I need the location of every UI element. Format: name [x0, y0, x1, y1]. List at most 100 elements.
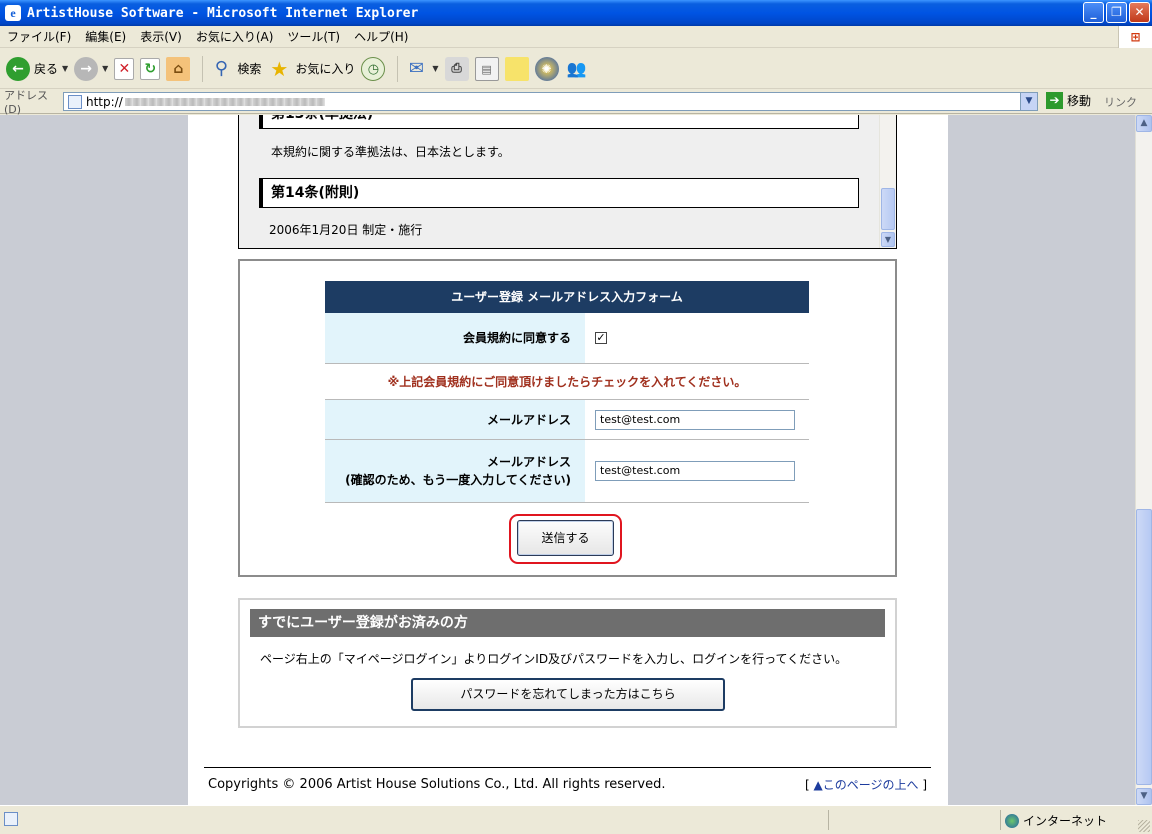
- scroll-up-icon[interactable]: ▲: [1136, 115, 1152, 132]
- address-url: http://: [86, 94, 123, 109]
- back-dropdown-icon[interactable]: ▼: [62, 64, 68, 73]
- go-arrow-icon: ➔: [1046, 92, 1063, 109]
- registered-user-text: ページ右上の「マイページログイン」よりログインID及びパスワードを入力し、ログイ…: [260, 652, 848, 666]
- search-label: 検索: [237, 62, 262, 76]
- favorites-label: お気に入り: [295, 62, 356, 76]
- email-cell: test@test.com: [585, 400, 795, 439]
- messenger-icon: 👥: [566, 58, 587, 78]
- ie-icon: e: [5, 5, 21, 21]
- back-button[interactable]: ← 戻る ▼: [6, 53, 68, 85]
- submit-button[interactable]: 送信する: [517, 520, 614, 556]
- messenger-button[interactable]: 👥: [565, 53, 589, 85]
- page-top-link-wrap: [ ▲このページの上へ ]: [805, 776, 927, 793]
- mail-dropdown-icon[interactable]: ▼: [432, 64, 438, 73]
- minimize-button[interactable]: _: [1083, 2, 1104, 23]
- menu-edit[interactable]: 編集(E): [78, 28, 133, 45]
- article14-text: 2006年1月20日 制定・施行: [269, 223, 423, 237]
- forward-button[interactable]: → ▼: [74, 53, 108, 85]
- status-divider: [828, 810, 829, 830]
- page-scrollbar[interactable]: ▲ ▼: [1135, 115, 1152, 805]
- terms-box[interactable]: 第13条(準拠法) 本規約に関する準拠法は、日本法とします。 第14条(附則) …: [238, 115, 897, 249]
- print-button[interactable]: ⎙: [444, 53, 469, 85]
- page-scroll-thumb[interactable]: [1136, 509, 1152, 785]
- forward-dropdown-icon[interactable]: ▼: [102, 64, 108, 73]
- page-top-bracket-open: [: [805, 778, 814, 792]
- refresh-button[interactable]: ↻: [140, 53, 161, 85]
- page-status-icon: [4, 812, 18, 826]
- links-label[interactable]: リンク: [1104, 94, 1137, 110]
- toolbar: ← 戻る ▼ → ▼ ✕ ↻ ⌂ ⚲ 検索 ★ お気に入り ◷ ✉ ▼ ⎙ ▤ …: [0, 49, 1152, 89]
- go-button[interactable]: ➔ 移動: [1046, 92, 1091, 109]
- edit-button[interactable]: ▤: [474, 53, 499, 85]
- printer-icon: ⎙: [444, 56, 469, 81]
- resize-grip-icon[interactable]: [1138, 820, 1150, 832]
- home-button[interactable]: ⌂: [166, 53, 191, 85]
- page-top-bracket-close: ]: [918, 778, 927, 792]
- email-confirm-row: メールアドレス (確認のため、もう一度入力してください) test@test.c…: [325, 440, 809, 503]
- menu-view[interactable]: 表示(V): [133, 28, 189, 45]
- copyright-text: Copyrights © 2006 Artist House Solutions…: [208, 777, 666, 792]
- terms-scrollbar[interactable]: ▼: [879, 115, 896, 248]
- registered-user-box: すでにユーザー登録がお済みの方 ページ右上の「マイページログイン」よりログインI…: [238, 598, 897, 728]
- redacted-url: [124, 97, 325, 106]
- email-confirm-input[interactable]: test@test.com: [595, 461, 795, 481]
- note-icon: [504, 56, 529, 81]
- menu-favorites[interactable]: お気に入り(A): [189, 28, 281, 45]
- email-label: メールアドレス: [325, 400, 585, 439]
- menu-help[interactable]: ヘルプ(H): [347, 28, 415, 45]
- registered-user-heading: すでにユーザー登録がお済みの方: [250, 609, 885, 637]
- close-button[interactable]: ✕: [1129, 2, 1150, 23]
- favorites-button[interactable]: ★ お気に入り: [267, 53, 355, 85]
- browser-viewport: 第13条(準拠法) 本規約に関する準拠法は、日本法とします。 第14条(附則) …: [0, 115, 1135, 805]
- research-button[interactable]: ✺: [534, 53, 559, 85]
- agree-row: 会員規約に同意する ✓: [325, 313, 809, 364]
- scroll-down-icon[interactable]: ▼: [1136, 788, 1152, 805]
- history-button[interactable]: ◷: [361, 53, 386, 85]
- menu-tools[interactable]: ツール(T): [280, 28, 347, 45]
- stop-button[interactable]: ✕: [114, 53, 135, 85]
- search-button[interactable]: ⚲ 検索: [209, 53, 262, 85]
- email-confirm-cell: test@test.com: [585, 440, 795, 502]
- email-confirm-label: メールアドレス (確認のため、もう一度入力してください): [325, 440, 585, 502]
- discuss-button[interactable]: [504, 53, 529, 85]
- address-bar: アドレス(D) http:// ▼ ➔ 移動 リンク: [0, 89, 1152, 116]
- agree-checkbox[interactable]: ✓: [595, 332, 607, 344]
- window-title: ArtistHouse Software - Microsoft Interne…: [27, 5, 419, 21]
- agree-cell: ✓: [585, 313, 607, 363]
- research-icon: ✺: [534, 56, 559, 81]
- globe-icon: [1005, 813, 1019, 828]
- article13-heading: 第13条(準拠法): [259, 115, 859, 129]
- forward-arrow-icon: →: [74, 56, 99, 81]
- zone-label: インターネット: [1023, 814, 1108, 828]
- maximize-button[interactable]: ❐: [1106, 2, 1127, 23]
- registration-form: ユーザー登録 メールアドレス入力フォーム 会員規約に同意する ✓ ※上記会員規約…: [238, 259, 897, 577]
- address-label: アドレス(D): [4, 89, 48, 116]
- terms-scroll-thumb[interactable]: [881, 188, 895, 230]
- refresh-icon: ↻: [140, 57, 161, 80]
- status-divider: [1000, 810, 1001, 830]
- address-dropdown-icon[interactable]: ▼: [1020, 93, 1037, 110]
- terms-scroll-down-icon[interactable]: ▼: [881, 232, 895, 247]
- security-zone: インターネット: [1005, 812, 1107, 829]
- agree-notice: ※上記会員規約にご同意頂けましたらチェックを入れてください。: [325, 364, 809, 400]
- star-icon: ★: [270, 56, 289, 81]
- web-page: 第13条(準拠法) 本規約に関する準拠法は、日本法とします。 第14条(附則) …: [188, 115, 948, 805]
- history-icon: ◷: [361, 56, 386, 81]
- page-icon: [68, 94, 82, 109]
- address-input[interactable]: http:// ▼: [63, 92, 1038, 111]
- email-confirm-label-line1: メールアドレス: [486, 455, 571, 469]
- menu-bar: ファイル(F) 編集(E) 表示(V) お気に入り(A) ツール(T) ヘルプ(…: [0, 26, 1152, 48]
- email-row: メールアドレス test@test.com: [325, 400, 809, 440]
- page-top-link[interactable]: ▲このページの上へ: [814, 778, 919, 792]
- form-title: ユーザー登録 メールアドレス入力フォーム: [325, 281, 809, 313]
- email-input[interactable]: test@test.com: [595, 409, 795, 430]
- toolbar-separator: [397, 55, 399, 82]
- menu-file[interactable]: ファイル(F): [0, 28, 78, 45]
- home-icon: ⌂: [166, 56, 191, 81]
- toolbar-separator: [202, 55, 204, 82]
- mail-icon: ✉: [408, 57, 424, 79]
- mail-button[interactable]: ✉ ▼: [404, 53, 439, 85]
- forgot-password-button[interactable]: パスワードを忘れてしまった方はこちら: [411, 678, 725, 711]
- article13-text: 本規約に関する準拠法は、日本法とします。: [271, 145, 510, 159]
- stop-icon: ✕: [114, 57, 135, 80]
